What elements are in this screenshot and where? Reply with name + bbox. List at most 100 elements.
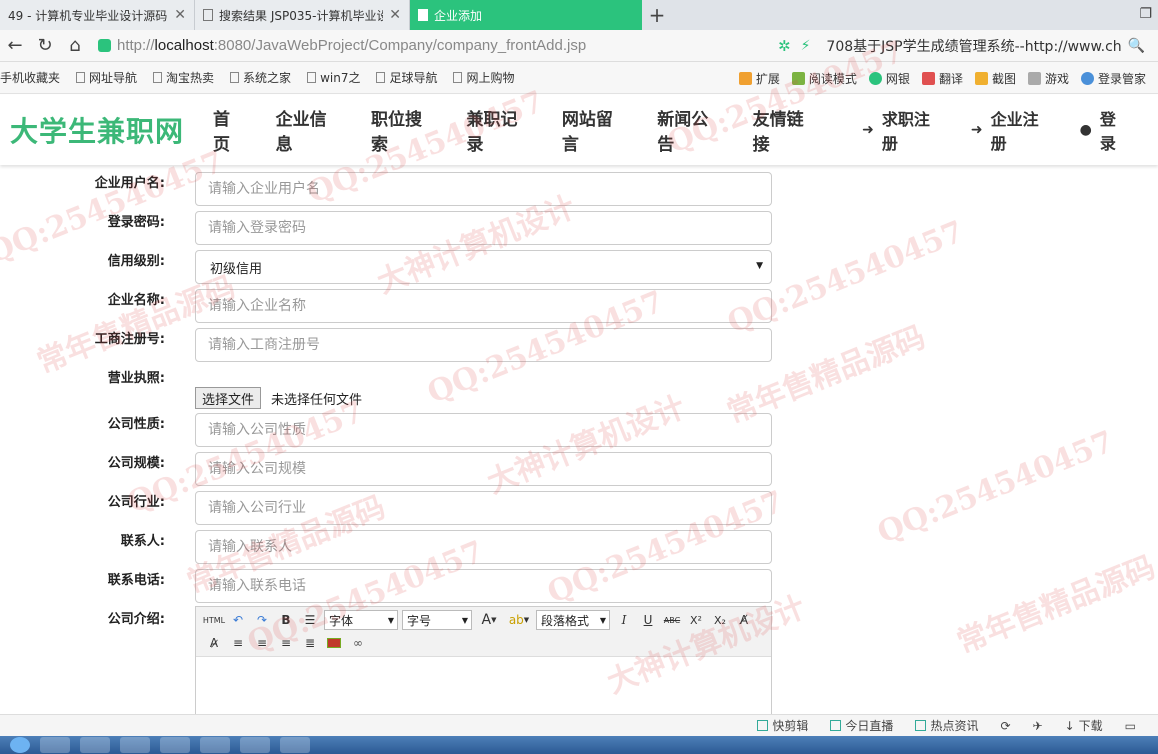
url-field[interactable]: http://localhost:8080/JavaWebProject/Com… xyxy=(98,37,698,54)
superscript-button[interactable]: X² xyxy=(684,610,708,630)
bookmark-item[interactable]: 淘宝热卖 xyxy=(153,69,214,86)
phone-input[interactable] xyxy=(195,569,772,603)
paragraph-select[interactable]: 段落格式 ▼ xyxy=(536,610,610,630)
bookmark-item[interactable]: 系统之家 xyxy=(230,69,291,86)
screenshot-button[interactable]: 截图 xyxy=(974,70,1016,87)
editor-content-area[interactable] xyxy=(196,657,771,720)
pin-icon[interactable]: ✈ xyxy=(1033,719,1043,733)
format-icon[interactable]: ☰ xyxy=(298,610,322,630)
nav-news[interactable]: 新闻公告 xyxy=(657,105,722,155)
download-button[interactable]: ↓ 下载 xyxy=(1065,717,1103,734)
taskbar-app[interactable] xyxy=(40,737,70,753)
job-seeker-register-link[interactable]: ➜ 求职注册 xyxy=(862,106,943,154)
taskbar-app[interactable] xyxy=(80,737,110,753)
font-family-select[interactable]: 字体 ▼ xyxy=(324,610,398,630)
eraser-icon[interactable]: A̷ xyxy=(202,633,226,653)
nav-home[interactable]: 首页 xyxy=(213,105,246,155)
login-manager-button[interactable]: 登录管家 xyxy=(1080,70,1146,87)
lightning-icon[interactable]: ⚡ xyxy=(801,38,811,54)
live-button[interactable]: 今日直播 xyxy=(830,717,893,734)
nav-company-info[interactable]: 企业信息 xyxy=(276,105,341,155)
translate-button[interactable]: 翻译 xyxy=(921,70,963,87)
login-link[interactable]: ● 登录 xyxy=(1080,106,1130,154)
gamepad-icon xyxy=(1027,71,1041,85)
games-button[interactable]: 游戏 xyxy=(1027,70,1069,87)
italic-button[interactable]: I xyxy=(612,610,636,630)
bookmark-item[interactable]: 足球导航 xyxy=(376,69,437,86)
credit-select[interactable]: 初级信用 ▼ xyxy=(195,250,772,284)
strikethrough-button[interactable]: ABC xyxy=(660,610,684,630)
taskbar-app[interactable] xyxy=(200,737,230,753)
license-label: 营业执照: xyxy=(107,371,165,386)
window-icon[interactable]: ▭ xyxy=(1125,719,1136,733)
site-logo[interactable]: 大学生兼职网 xyxy=(10,110,201,150)
nav-parttime-records[interactable]: 兼职记录 xyxy=(466,105,531,155)
link-icon[interactable]: ∞ xyxy=(346,633,370,653)
close-icon[interactable]: ✕ xyxy=(389,7,401,23)
taskbar-app[interactable] xyxy=(280,737,310,753)
contact-input[interactable] xyxy=(195,530,772,564)
subscript-button[interactable]: X₂ xyxy=(708,610,732,630)
align-left-icon[interactable]: ≡ xyxy=(226,633,250,653)
extensions-button[interactable]: 扩展 xyxy=(738,70,780,87)
browser-status-bar: 快剪辑 今日直播 热点资讯 ⟳ ✈ ↓ 下载 ▭ xyxy=(0,714,1158,736)
password-input[interactable] xyxy=(195,211,772,245)
font-size-select[interactable]: 字号 ▼ xyxy=(402,610,472,630)
html-source-button[interactable]: HTML xyxy=(202,610,226,630)
reg-no-input[interactable] xyxy=(195,328,772,362)
tab-3-active[interactable]: 企业添加 xyxy=(410,0,642,30)
nav-job-search[interactable]: 职位搜索 xyxy=(371,105,436,155)
taskbar-app[interactable] xyxy=(240,737,270,753)
underline-button[interactable]: U xyxy=(636,610,660,630)
tab-2[interactable]: 搜索结果 JSP035-计算机毕业设计 ✕ xyxy=(195,0,410,30)
image-icon[interactable] xyxy=(322,633,346,653)
scale-input[interactable] xyxy=(195,452,772,486)
company-name-input[interactable] xyxy=(195,289,772,323)
reading-mode-button[interactable]: 阅读模式 xyxy=(791,70,857,87)
hot-news-button[interactable]: 热点资讯 xyxy=(915,717,978,734)
nature-input[interactable] xyxy=(195,413,772,447)
username-input[interactable] xyxy=(195,172,772,206)
accelerate-icon[interactable]: ✲ xyxy=(778,37,791,55)
search-box[interactable]: 708基于JSP学生成绩管理系统--http://www.ch xyxy=(826,36,1121,56)
quick-clip-button[interactable]: 快剪辑 xyxy=(757,717,808,734)
bookmark-item[interactable]: 网址导航 xyxy=(76,69,137,86)
taskbar-app[interactable] xyxy=(120,737,150,753)
bookmark-item[interactable]: 手机收藏夹 xyxy=(0,69,60,86)
reload-icon[interactable]: ↻ xyxy=(30,35,60,56)
taskbar-app[interactable] xyxy=(160,737,190,753)
new-tab-button[interactable]: + xyxy=(642,0,672,30)
industry-input[interactable] xyxy=(195,491,772,525)
refresh-icon[interactable]: ⟳ xyxy=(1000,719,1010,733)
start-button[interactable] xyxy=(10,737,30,753)
tab-1[interactable]: 49 - 计算机专业毕业设计源码 ✕ xyxy=(0,0,195,30)
choose-file-button[interactable]: 选择文件 xyxy=(195,387,262,409)
home-icon[interactable]: ⌂ xyxy=(60,35,90,56)
restore-icon[interactable]: ❐ xyxy=(1139,6,1152,22)
redo-icon[interactable]: ↷ xyxy=(250,610,274,630)
bookmark-item[interactable]: win7之 xyxy=(307,69,360,86)
company-register-link[interactable]: ➜ 企业注册 xyxy=(971,106,1052,154)
align-justify-icon[interactable]: ≣ xyxy=(298,633,322,653)
align-center-icon[interactable]: ≡ xyxy=(274,633,298,653)
nav-links[interactable]: 友情链接 xyxy=(753,105,818,155)
bookmark-item[interactable]: 网上购物 xyxy=(453,69,514,86)
search-icon[interactable]: 🔍 xyxy=(1128,38,1145,54)
undo-icon[interactable]: ↶ xyxy=(226,610,250,630)
url-host: localhost xyxy=(154,37,214,54)
nav-guestbook[interactable]: 网站留言 xyxy=(562,105,627,155)
page-icon xyxy=(418,9,428,21)
back-icon[interactable]: ← xyxy=(0,35,30,56)
bank-button[interactable]: 网银 xyxy=(868,70,910,87)
highlight-icon[interactable]: ab ▼ xyxy=(504,610,534,630)
page-icon xyxy=(230,72,240,83)
browser-tab-strip: 49 - 计算机专业毕业设计源码 ✕ 搜索结果 JSP035-计算机毕业设计 ✕… xyxy=(0,0,1158,30)
clear-format-icon[interactable]: A̸ xyxy=(732,610,756,630)
page-icon xyxy=(76,72,86,83)
font-color-button[interactable]: A ▼ xyxy=(474,610,504,630)
bold-button[interactable]: B xyxy=(274,610,298,630)
close-icon[interactable]: ✕ xyxy=(174,7,186,23)
intro-label: 公司介绍: xyxy=(107,612,165,627)
align-right-icon[interactable]: ≡ xyxy=(250,633,274,653)
caret-down-icon: ▼ xyxy=(599,615,606,625)
